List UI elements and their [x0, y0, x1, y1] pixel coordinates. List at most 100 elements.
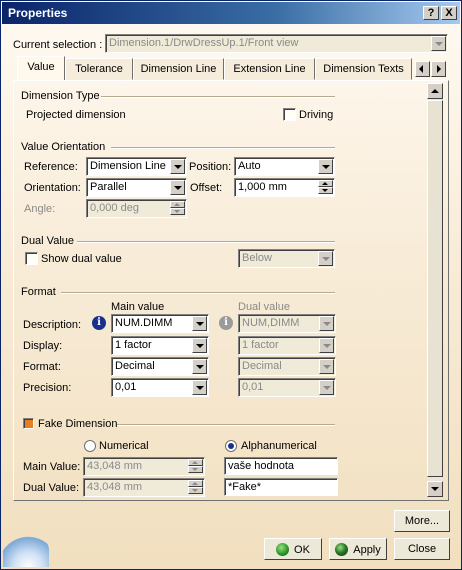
show-dual-value-label: Show dual value [41, 253, 122, 265]
main-numeric-value: 43,048 mm [87, 460, 143, 472]
tab-dimension-line-label: Dimension Line [140, 63, 217, 75]
orientation-select[interactable]: Parallel [86, 178, 187, 197]
offset-label: Offset: [190, 182, 223, 194]
chevron-down-icon[interactable] [192, 338, 207, 353]
chevron-left-icon [419, 65, 423, 73]
tab-tolerance-label: Tolerance [75, 63, 123, 75]
tab-tolerance[interactable]: Tolerance [65, 58, 133, 80]
offset-spinner[interactable]: 1,000 mm [234, 178, 335, 197]
tab-extension-line[interactable]: Extension Line [224, 58, 315, 80]
position-select[interactable]: Auto [234, 157, 335, 176]
section-divider [117, 424, 335, 426]
main-precision-select[interactable]: 0,01 [111, 378, 209, 397]
chevron-down-icon[interactable] [431, 36, 446, 51]
alphanumerical-label: Alphanumerical [241, 440, 317, 452]
dual-precision-value: 0,01 [242, 381, 264, 393]
info-icon[interactable]: i [92, 316, 106, 330]
reference-select[interactable]: Dimension Line [86, 157, 187, 176]
main-numeric-spinner[interactable]: 43,048 mm [83, 457, 205, 476]
driving-checkbox[interactable] [283, 108, 296, 121]
dual-value-label: Dual Value: [23, 482, 80, 494]
dual-description-value: NUM,DIMM [242, 317, 300, 329]
tab-scroll-right-button[interactable] [431, 61, 446, 77]
numerical-radio[interactable] [84, 440, 96, 452]
dual-precision-select[interactable]: 0,01 [238, 378, 336, 397]
scroll-thumb[interactable] [427, 100, 443, 477]
orientation-label: Orientation: [24, 182, 81, 194]
dual-value-placement-select[interactable]: Below [238, 249, 335, 268]
chevron-down-icon[interactable] [319, 316, 334, 331]
value-orientation-heading: Value Orientation [21, 141, 106, 153]
tab-dimension-texts[interactable]: Dimension Texts [315, 58, 412, 80]
more-button-label: More... [404, 515, 440, 527]
chevron-down-icon[interactable] [192, 359, 207, 374]
close-button-label: Close [407, 543, 437, 555]
tab-scroll-left-button[interactable] [415, 61, 430, 77]
main-display-select[interactable]: 1 factor [111, 336, 209, 355]
current-selection-combo[interactable]: Dimension.1/DrwDressUp.1/Front view [105, 34, 448, 53]
dimension-type-heading: Dimension Type [21, 90, 100, 102]
tab-dimension-line[interactable]: Dimension Line [133, 58, 224, 80]
vertical-scrollbar[interactable] [427, 83, 443, 497]
main-alpha-input[interactable]: vaše hodnota [224, 457, 338, 475]
current-selection-value: Dimension.1/DrwDressUp.1/Front view [109, 37, 299, 49]
help-button[interactable]: ? [423, 6, 439, 20]
spin-buttons[interactable] [188, 480, 203, 495]
alphanumerical-radio[interactable] [225, 440, 237, 452]
dual-description-select[interactable]: NUM,DIMM [238, 314, 336, 333]
tab-value[interactable]: Value [17, 56, 65, 81]
chevron-down-icon[interactable] [170, 159, 185, 174]
window-title: Properties [8, 6, 68, 20]
title-bar[interactable]: Properties ? X [2, 2, 460, 24]
section-divider [77, 241, 335, 243]
apply-button[interactable]: Apply [329, 538, 387, 560]
chevron-down-icon[interactable] [192, 316, 207, 331]
spin-buttons[interactable] [318, 180, 333, 195]
chevron-down-icon[interactable] [192, 380, 207, 395]
chevron-down-icon[interactable] [319, 380, 334, 395]
angle-spinner[interactable]: 0,000 deg [86, 199, 187, 218]
chevron-down-icon[interactable] [318, 159, 333, 174]
precision-label: Precision: [23, 382, 72, 394]
close-window-button[interactable]: X [441, 6, 457, 20]
orientation-value: Parallel [90, 181, 127, 193]
position-value: Auto [238, 160, 261, 172]
more-button[interactable]: More... [394, 510, 450, 532]
description-label: Description: [23, 319, 82, 331]
section-divider [61, 292, 335, 294]
driving-label: Driving [299, 109, 334, 121]
offset-value: 1,000 mm [238, 181, 287, 193]
main-description-select[interactable]: NUM.DIMM [111, 314, 209, 333]
chevron-down-icon[interactable] [318, 251, 333, 266]
fake-dimension-checkbox[interactable] [23, 418, 34, 429]
dual-numeric-spinner[interactable]: 43,048 mm [83, 478, 205, 497]
dual-numeric-value: 43,048 mm [87, 481, 143, 493]
position-label: Position: [189, 161, 232, 173]
format-heading: Format [21, 286, 56, 298]
main-format-select[interactable]: Decimal [111, 357, 209, 376]
scroll-up-button[interactable] [427, 83, 443, 99]
section-divider [111, 147, 335, 149]
dual-value-heading: Dual Value [21, 235, 74, 247]
close-button[interactable]: Close [394, 538, 450, 560]
ok-button[interactable]: OK [264, 538, 322, 560]
dual-format-select[interactable]: Decimal [238, 357, 336, 376]
dual-value-header: Dual value [238, 301, 290, 313]
info-icon[interactable]: i [219, 316, 233, 330]
dual-display-select[interactable]: 1 factor [238, 336, 336, 355]
scroll-down-button[interactable] [427, 481, 443, 497]
tab-dimension-texts-label: Dimension Texts [323, 63, 404, 75]
spin-buttons[interactable] [188, 459, 203, 474]
apply-button-label: Apply [353, 544, 381, 556]
format-label: Format: [23, 361, 61, 373]
dual-alpha-input[interactable]: *Fake* [224, 478, 338, 496]
show-dual-value-checkbox[interactable] [25, 252, 38, 265]
dual-value-placement-value: Below [242, 252, 272, 264]
chevron-up-icon [431, 89, 439, 93]
tab-extension-line-label: Extension Line [233, 63, 306, 75]
main-description-value: NUM.DIMM [115, 317, 173, 329]
chevron-down-icon[interactable] [319, 338, 334, 353]
chevron-down-icon[interactable] [319, 359, 334, 374]
spin-buttons[interactable] [170, 201, 185, 216]
chevron-down-icon[interactable] [170, 180, 185, 195]
